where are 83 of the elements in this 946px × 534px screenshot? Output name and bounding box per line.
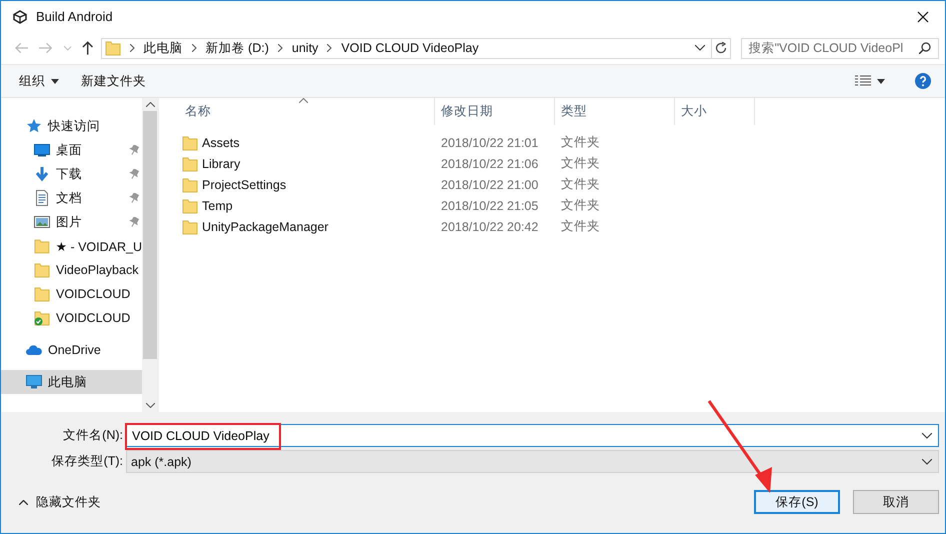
scroll-up-icon[interactable] [146,102,154,107]
search-field[interactable]: 搜索"VOID CLOUD VideoPl [740,38,939,58]
folder-icon [182,198,198,214]
file-name[interactable]: Assets [202,136,240,150]
breadcrumb[interactable]: 新加卷 (D:) [206,40,269,56]
folder-icon [34,286,50,302]
field-label: 文件名(N): [62,427,124,444]
computer-monitor-icon [26,374,42,390]
sidebar-item[interactable]: 桌面 [1,138,142,162]
sidebar-item[interactable]: 下载 [1,162,142,186]
folder-icon [34,238,50,254]
chevron-right-icon [130,44,135,52]
chevron-right-icon [278,44,283,52]
breadcrumb[interactable]: unity [292,41,318,55]
chevron-up-icon [19,500,28,504]
organize-menu-button[interactable]: 组织 [13,70,65,92]
column-header[interactable]: 大小 [675,98,755,125]
save-button[interactable]: 保存(S) [754,490,840,514]
chevron-down-icon [922,458,932,464]
sidebar-item[interactable]: 快速访问 [1,114,142,138]
download-arrow-icon [34,166,50,182]
close-icon[interactable] [917,10,929,22]
table-cell-text: 文件夹 [560,197,601,214]
field-label: 保存类型(T): [50,453,124,470]
filename-field[interactable]: VOID CLOUD VideoPlay [126,424,939,447]
star-icon [26,118,42,134]
search-icon [918,42,931,54]
sidebar-item[interactable]: 文档 [1,186,142,210]
table-cell-text: 2018/10/22 21:00 [440,178,540,192]
folder-icon [34,262,50,278]
scroll-down-icon[interactable] [146,403,154,408]
chevron-right-icon [192,44,197,52]
chevron-down-icon[interactable] [922,432,932,438]
document-icon [34,190,50,206]
column-header[interactable]: 名称 [179,98,435,125]
sidebar-item[interactable]: ★ - VOIDAR_U [1,234,142,258]
hide-folders-button[interactable]: 隐藏文件夹 [13,492,107,512]
refresh-button[interactable] [712,38,731,58]
table-cell-text: 文件夹 [560,218,601,235]
breadcrumb[interactable]: VOID CLOUD VideoPlay [341,41,479,55]
address-bar[interactable]: 此电脑 新加卷 (D:) unity VOID CLOUD VideoPlay [100,38,712,58]
folder-icon [182,218,198,234]
table-cell-text: 2018/10/22 20:42 [440,220,540,234]
up-arrow-icon[interactable] [82,41,94,55]
sidebar-item[interactable]: VOIDCLOUD [1,306,142,330]
sidebar-item[interactable]: 图片 [1,210,142,234]
file-name[interactable]: Library [202,156,240,170]
table-cell-text: 文件夹 [560,134,601,151]
chevron-right-icon [327,44,332,52]
file-name[interactable]: UnityPackageManager [202,220,328,234]
desktop-icon [34,142,50,158]
picture-icon [34,214,50,230]
file-type-dropdown[interactable]: apk (*.apk) [126,450,939,473]
column-header[interactable]: 修改日期 [435,98,555,125]
folder-icon [104,40,121,56]
file-name[interactable]: Temp [202,198,233,212]
table-cell-text: 文件夹 [560,176,601,193]
folder-icon [182,176,198,192]
table-cell-text: 2018/10/22 21:05 [440,198,540,212]
table-cell-text: 文件夹 [560,155,601,172]
caret-icon [877,78,885,84]
caret-icon [51,78,59,84]
sort-caret-icon [299,98,308,103]
help-icon[interactable] [915,73,931,89]
sidebar-item[interactable]: VideoPlayback [1,258,142,282]
refresh-icon [714,42,727,54]
new-folder-button[interactable]: 新建文件夹 [75,70,152,92]
sidebar-item[interactable]: VOIDCLOUD [1,282,142,306]
table-cell-text: 2018/10/22 21:01 [440,136,540,150]
folder-with-check-icon [34,310,50,326]
scrollbar-thumb[interactable] [143,111,157,359]
window-title: Build Android [36,9,113,24]
folder-icon [182,134,198,150]
table-cell-text: 2018/10/22 21:06 [440,156,540,170]
cancel-button[interactable]: 取消 [853,490,939,514]
chevron-down-icon[interactable] [694,45,705,51]
folder-icon [182,156,198,172]
list-view-icon [855,75,871,87]
sidebar-item[interactable]: 此电脑 [1,370,142,394]
column-header[interactable]: 类型 [555,98,675,125]
breadcrumb[interactable]: 此电脑 [144,40,183,56]
file-name[interactable]: ProjectSettings [202,178,286,192]
sidebar-item[interactable]: OneDrive [1,338,142,362]
